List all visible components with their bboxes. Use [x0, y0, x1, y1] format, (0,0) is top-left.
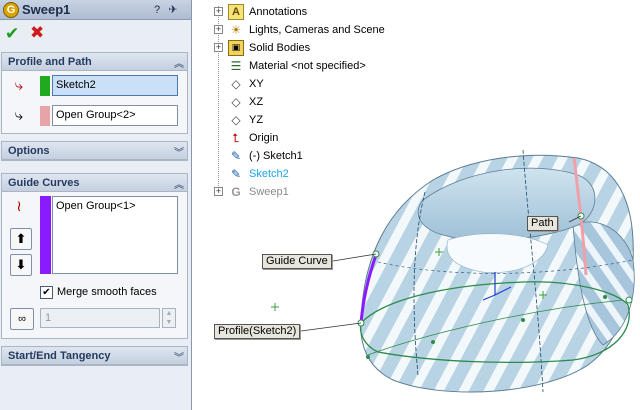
merge-smooth-faces-checkbox[interactable]: ✔ — [40, 286, 53, 299]
tree-item-label: XZ — [249, 96, 264, 108]
collapse-chevron-icon[interactable]: ︽ — [174, 55, 184, 70]
plane-icon: ◇ — [231, 113, 241, 127]
origin-icon: ⮤ — [232, 131, 240, 145]
tree-item-plane-xy[interactable]: ◇ XY — [210, 75, 410, 93]
tree-item-label: Sketch2 — [249, 168, 289, 180]
section-spin-input[interactable]: 1 — [40, 308, 160, 328]
profile-and-path-group: Profile and Path ︽ ⤷ Sketch2 ⤷ Open Grou… — [1, 52, 188, 134]
tree-item-solid-bodies[interactable]: + ▣ Solid Bodies — [210, 39, 410, 57]
tree-item-label: Origin — [249, 132, 279, 144]
tree-item-plane-xz[interactable]: ◇ XZ — [210, 93, 410, 111]
guide-curves-group: Guide Curves ︽ ≀ Open Group<1> ⬆ ⬇ ✔ Mer… — [1, 173, 188, 339]
profile-and-path-header[interactable]: Profile and Path ︽ — [2, 53, 187, 71]
expand-icon[interactable]: + — [214, 43, 223, 52]
collapse-chevron-icon[interactable]: ︽ — [174, 176, 184, 191]
annotations-icon: A — [228, 4, 244, 20]
group-title: Start/End Tangency — [8, 350, 111, 362]
show-sections-icon[interactable]: ∞ — [10, 308, 34, 330]
material-icon: ☰ — [230, 59, 242, 73]
plane-icon: ◇ — [231, 95, 241, 109]
guide-curve-color-swatch — [40, 196, 51, 274]
start-end-tangency-group[interactable]: Start/End Tangency ︾ — [1, 346, 188, 366]
options-header[interactable]: Options ︾ — [2, 142, 187, 160]
list-item[interactable]: Open Group<1> — [56, 200, 174, 212]
path-callout[interactable]: Path — [527, 216, 558, 231]
tree-item-label: YZ — [249, 114, 264, 126]
help-icon[interactable]: ? — [150, 3, 164, 17]
tree-item-plane-yz[interactable]: ◇ YZ — [210, 111, 410, 129]
sketch-icon: ✎ — [230, 149, 242, 163]
tree-item-sketch2[interactable]: ✎ Sketch2 — [210, 165, 410, 183]
start-end-tangency-header[interactable]: Start/End Tangency ︾ — [2, 347, 187, 365]
profile-color-swatch — [40, 76, 50, 96]
tree-item-lights[interactable]: + ☀ Lights, Cameras and Scene — [210, 21, 410, 39]
plane-icon: ◇ — [231, 77, 241, 91]
profile-callout[interactable]: Profile(Sketch2) — [214, 324, 301, 339]
ok-cancel-row: ✔ ✖ — [0, 22, 191, 46]
feature-tree-flyout: + A Annotations + ☀ Lights, Cameras and … — [210, 0, 410, 205]
tree-item-sweep1[interactable]: + G Sweep1 — [210, 183, 410, 201]
guide-curve-callout[interactable]: Guide Curve — [262, 254, 332, 269]
tree-item-label: Sweep1 — [249, 186, 289, 198]
sweep-icon: G — [231, 185, 241, 199]
pin-icon[interactable]: ✈ — [166, 3, 180, 17]
guide-curve-icon: ≀ — [16, 198, 22, 215]
group-title: Guide Curves — [8, 177, 80, 189]
feature-title: Sweep1 — [22, 2, 71, 17]
profile-field[interactable]: Sketch2 — [52, 75, 178, 96]
ok-button[interactable]: ✔ — [5, 24, 19, 44]
group-title: Options — [8, 145, 50, 157]
options-group[interactable]: Options ︾ — [1, 141, 188, 161]
tree-item-label: XY — [249, 78, 264, 90]
expand-chevron-icon[interactable]: ︾ — [174, 144, 184, 159]
path-field[interactable]: Open Group<2> — [52, 105, 178, 126]
move-up-button[interactable]: ⬆ — [10, 228, 32, 250]
group-title: Profile and Path — [8, 56, 92, 68]
cancel-button[interactable]: ✖ — [30, 23, 44, 43]
guide-curves-header[interactable]: Guide Curves ︽ — [2, 174, 187, 192]
expand-icon[interactable]: + — [214, 187, 223, 196]
tree-item-sketch1[interactable]: ✎ (-) Sketch1 — [210, 147, 410, 165]
expand-chevron-icon[interactable]: ︾ — [174, 349, 184, 364]
tree-item-origin[interactable]: ⮤ Origin — [210, 129, 410, 147]
path-icon: ⤷ — [14, 107, 24, 124]
tree-item-label: Lights, Cameras and Scene — [249, 24, 385, 36]
tree-item-label: Annotations — [249, 6, 308, 18]
property-manager-header: G Sweep1 ? ✈ — [0, 0, 191, 20]
expand-icon[interactable]: + — [214, 25, 223, 34]
tree-item-label: (-) Sketch1 — [249, 150, 303, 162]
profile-icon: ⤷ — [14, 77, 24, 94]
guide-curves-list[interactable]: Open Group<1> — [52, 196, 178, 274]
solid-bodies-icon: ▣ — [228, 40, 244, 56]
tree-item-annotations[interactable]: + A Annotations — [210, 3, 410, 21]
path-color-swatch — [40, 106, 50, 126]
tree-item-material[interactable]: ☰ Material <not specified> — [210, 57, 410, 75]
spin-buttons[interactable]: ▲ ▼ — [162, 308, 176, 328]
tree-item-label: Solid Bodies — [249, 42, 311, 54]
property-manager-panel: G Sweep1 ? ✈ ✔ ✖ Profile and Path ︽ ⤷ Sk… — [0, 0, 192, 410]
move-down-button[interactable]: ⬇ — [10, 254, 32, 276]
sweep-feature-icon: G — [3, 2, 19, 18]
merge-smooth-faces-label: Merge smooth faces — [57, 286, 157, 298]
lights-icon: ☀ — [230, 23, 242, 37]
sketch-icon: ✎ — [230, 167, 242, 181]
tree-item-label: Material <not specified> — [249, 60, 366, 72]
expand-icon[interactable]: + — [214, 7, 223, 16]
